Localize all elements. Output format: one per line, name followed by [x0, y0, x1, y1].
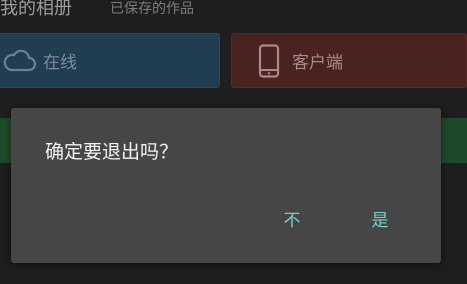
app-screen: 我的相册 已保存的作品 在线 客户端 确定要退出吗？ 不 是: [0, 0, 467, 284]
yes-button[interactable]: 是: [350, 196, 410, 240]
dialog-message: 确定要退出吗？: [45, 141, 179, 163]
no-button[interactable]: 不: [262, 196, 322, 240]
exit-confirm-dialog: 确定要退出吗？ 不 是: [11, 108, 441, 263]
